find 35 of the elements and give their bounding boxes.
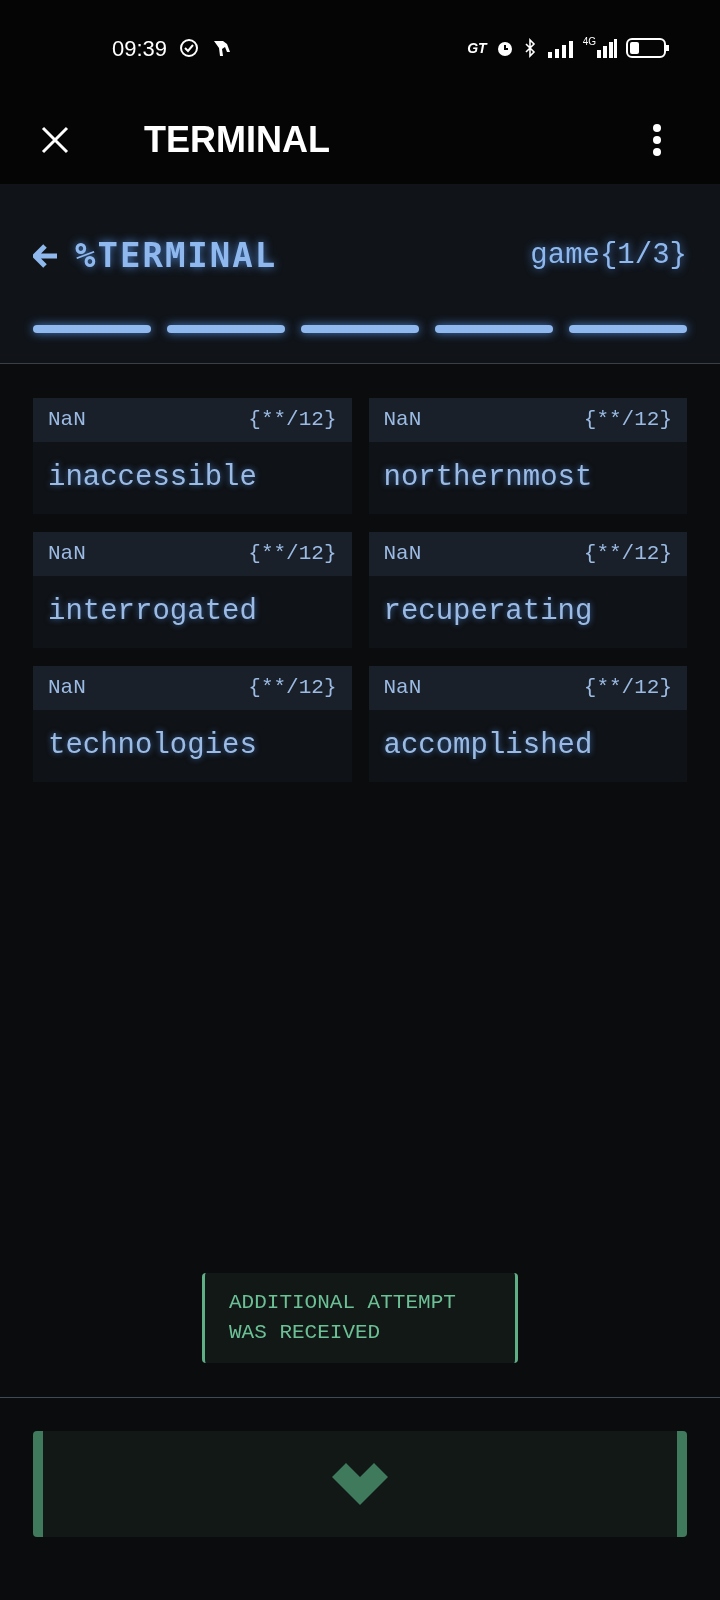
match-count: {**/12} [583, 541, 672, 568]
word-option[interactable]: interrogated [33, 576, 352, 648]
check-circle-icon [179, 38, 200, 58]
game-counter: game{1/3} [530, 237, 687, 274]
word-option[interactable]: inaccessible [33, 442, 352, 514]
word-option[interactable]: recuperating [368, 576, 687, 648]
network-label: 4G [582, 35, 596, 49]
match-count: {**/12} [583, 407, 672, 434]
likeness-score: NaN [48, 541, 86, 568]
screen-title: %TERMINAL [75, 234, 278, 277]
word-option[interactable]: accomplished [368, 710, 687, 782]
match-count: {**/12} [248, 675, 337, 702]
likeness-score: NaN [383, 407, 422, 434]
toast-text: WAS RECEIVED [229, 1320, 382, 1346]
likeness-score: NaN [383, 675, 422, 702]
word-option[interactable]: northernmost [368, 442, 687, 514]
match-count: {**/12} [248, 407, 337, 434]
clock: 09:39 [112, 34, 168, 63]
match-count: {**/12} [583, 675, 672, 702]
more-icon[interactable] [652, 123, 662, 157]
close-icon[interactable] [40, 125, 70, 155]
carrier-label: GT [467, 38, 487, 58]
match-count: {**/12} [248, 541, 337, 568]
heart-icon [332, 1463, 388, 1505]
signal-icon [546, 38, 575, 58]
word-option[interactable]: technologies [33, 710, 352, 782]
submit-button[interactable] [33, 1431, 687, 1537]
likeness-score: NaN [48, 675, 86, 702]
likeness-score: NaN [383, 541, 422, 568]
signal-icon [596, 38, 618, 58]
back-arrow-icon[interactable] [33, 242, 59, 269]
battery-icon [626, 38, 670, 58]
likeness-score: NaN [48, 407, 86, 434]
app-title: TERMINAL [144, 118, 330, 162]
toast-text: ADDITIONAL ATTEMPT [229, 1290, 457, 1316]
